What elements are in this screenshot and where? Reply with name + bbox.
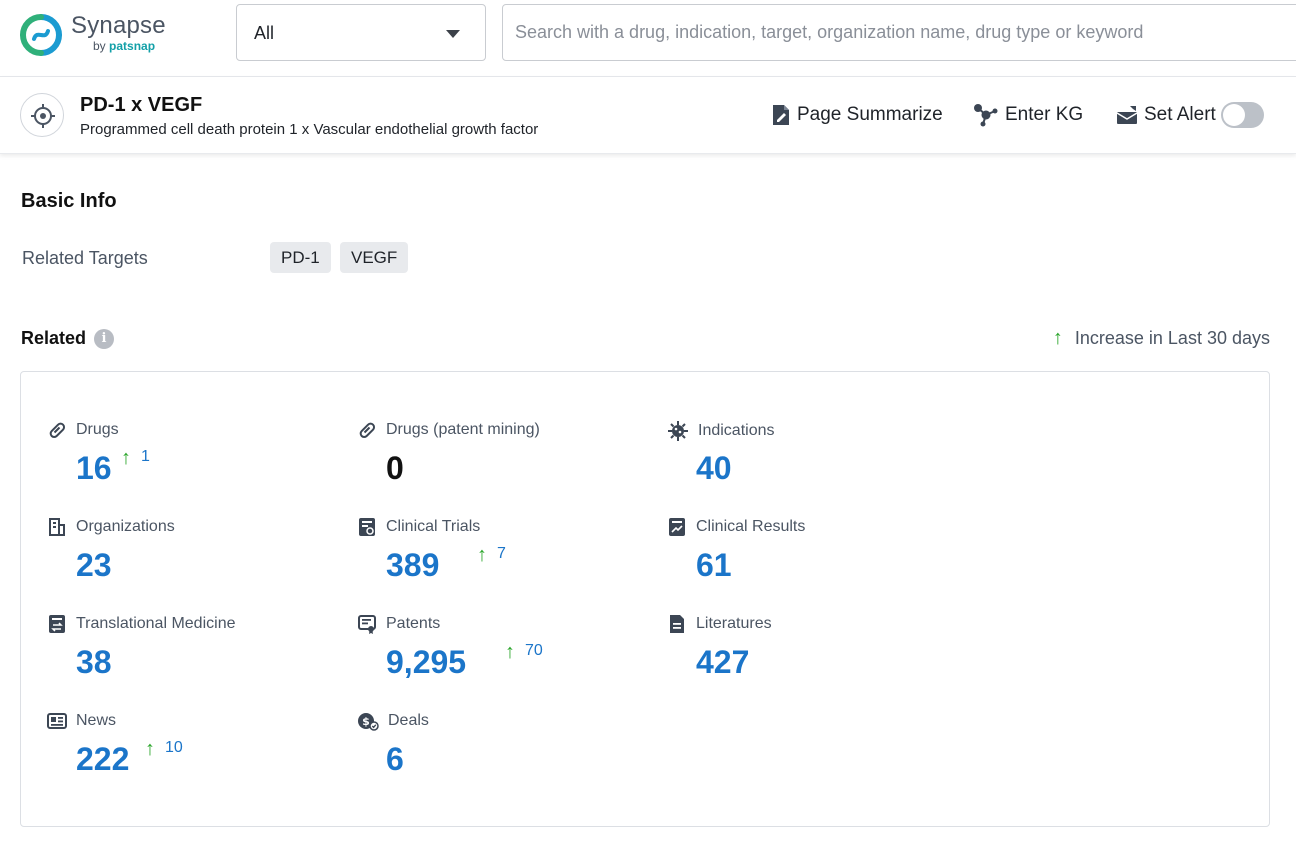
stat-deals[interactable]: $ Deals 6 <box>357 711 647 791</box>
page-subtitle: Programmed cell death protein 1 x Vascul… <box>80 121 538 138</box>
stat-value[interactable]: 9,295 <box>386 644 466 681</box>
toggle-knob <box>1223 104 1245 126</box>
page-summarize-button[interactable]: Page Summarize <box>771 103 943 127</box>
transfer-doc-icon <box>47 614 67 634</box>
set-alert-toggle[interactable] <box>1221 102 1264 128</box>
chart-doc-icon <box>667 517 687 537</box>
stat-value[interactable]: 6 <box>386 741 404 778</box>
page-summarize-label: Page Summarize <box>797 104 943 126</box>
enter-kg-label: Enter KG <box>1005 104 1083 126</box>
stat-value: 0 <box>386 450 404 487</box>
arrow-up-icon: ↑ <box>505 642 515 662</box>
stat-label: Patents <box>386 615 440 633</box>
target-tag-pd1[interactable]: PD-1 <box>270 242 331 273</box>
increase-legend: ↑ Increase in Last 30 days <box>1053 327 1270 350</box>
stat-label: Literatures <box>696 615 772 633</box>
svg-text:$: $ <box>362 715 370 728</box>
stat-increase-count[interactable]: 10 <box>165 739 183 757</box>
arrow-up-icon: ↑ <box>1053 327 1063 350</box>
stat-label: Deals <box>388 712 429 730</box>
stat-label: Drugs <box>76 421 119 439</box>
synapse-logo-icon <box>19 13 63 57</box>
stat-increase: ↑ 70 <box>505 642 543 662</box>
mail-alert-icon <box>1116 105 1138 125</box>
enter-kg-button[interactable]: Enter KG <box>973 103 1083 127</box>
arrow-up-icon: ↑ <box>477 545 487 565</box>
stat-value[interactable]: 23 <box>76 547 112 584</box>
related-targets-label: Related Targets <box>22 248 148 269</box>
stat-translational-medicine[interactable]: Translational Medicine 38 <box>47 614 337 694</box>
target-icon <box>20 93 64 137</box>
stat-news[interactable]: News 222 ↑ 10 <box>47 711 337 791</box>
stat-label: Translational Medicine <box>76 615 235 633</box>
stat-value[interactable]: 38 <box>76 644 112 681</box>
search-input[interactable] <box>502 4 1296 61</box>
deal-icon: $ <box>357 711 379 731</box>
stat-value[interactable]: 40 <box>696 450 732 487</box>
stat-value[interactable]: 16 <box>76 450 112 487</box>
stat-label: Organizations <box>76 518 175 536</box>
stat-clinical-results[interactable]: Clinical Results 61 <box>667 517 957 597</box>
stat-increase-count[interactable]: 7 <box>497 545 506 563</box>
newspaper-icon <box>47 711 67 731</box>
stat-increase: ↑ 10 <box>145 739 183 759</box>
caret-down-icon <box>446 30 460 38</box>
stat-drugs[interactable]: Drugs 16 ↑1 <box>47 420 337 500</box>
pill-icon <box>47 420 67 440</box>
brand-sub: patsnap <box>109 39 155 53</box>
stat-label: Drugs (patent mining) <box>386 421 540 439</box>
brand-by: by <box>93 39 106 53</box>
synapse-logo[interactable]: Synapse by patsnap <box>19 11 169 57</box>
related-stats-panel: Drugs 16 ↑1 Drugs (patent mining) 0 Indi… <box>20 371 1270 827</box>
search-scope-select[interactable]: All <box>236 4 486 61</box>
graph-nodes-icon <box>973 103 999 127</box>
patent-icon <box>357 614 377 634</box>
stat-value[interactable]: 222 <box>76 741 129 778</box>
stat-increase: ↑7 <box>477 545 506 565</box>
brand-name: Synapse <box>71 12 166 40</box>
stat-increase: ↑1 <box>121 448 150 468</box>
stat-label: News <box>76 712 116 730</box>
stat-label: Indications <box>698 422 775 440</box>
stat-clinical-trials[interactable]: Clinical Trials 389 ↑7 <box>357 517 647 597</box>
brand-byline: by patsnap <box>93 39 155 53</box>
stat-increase-count[interactable]: 70 <box>525 642 543 660</box>
stat-label: Clinical Trials <box>386 518 480 536</box>
page-title: PD-1 x VEGF <box>80 94 202 117</box>
stat-organizations[interactable]: Organizations 23 <box>47 517 337 597</box>
top-nav: Synapse by patsnap All <box>0 0 1296 77</box>
stat-indications[interactable]: Indications 40 <box>667 420 957 500</box>
building-icon <box>47 517 67 537</box>
set-alert-control: Set Alert <box>1116 103 1216 127</box>
stat-patents[interactable]: Patents 9,295 ↑ 70 <box>357 614 647 694</box>
entity-header: PD-1 x VEGF Programmed cell death protei… <box>0 77 1296 154</box>
stat-value[interactable]: 427 <box>696 644 749 681</box>
arrow-up-icon: ↑ <box>121 448 131 468</box>
stat-literatures[interactable]: Literatures 427 <box>667 614 957 694</box>
virus-icon <box>667 420 689 442</box>
related-title-text: Related <box>21 328 86 349</box>
arrow-up-icon: ↑ <box>145 739 155 759</box>
trial-doc-icon <box>357 517 377 537</box>
stat-increase-count[interactable]: 1 <box>141 448 150 466</box>
search-scope-value: All <box>254 23 274 44</box>
summarize-doc-icon <box>771 104 791 126</box>
stat-value[interactable]: 389 <box>386 547 439 584</box>
document-icon <box>667 614 687 634</box>
target-tag-vegf[interactable]: VEGF <box>340 242 408 273</box>
increase-legend-text: Increase in Last 30 days <box>1075 328 1270 349</box>
stat-value[interactable]: 61 <box>696 547 732 584</box>
stat-drugs-patent-mining[interactable]: Drugs (patent mining) 0 <box>357 420 647 500</box>
pill-icon <box>357 420 377 440</box>
info-icon[interactable]: i <box>94 329 114 349</box>
related-section-title: Related i <box>21 328 114 349</box>
basic-info-title: Basic Info <box>21 190 117 213</box>
set-alert-label: Set Alert <box>1144 104 1216 126</box>
stat-label: Clinical Results <box>696 518 805 536</box>
